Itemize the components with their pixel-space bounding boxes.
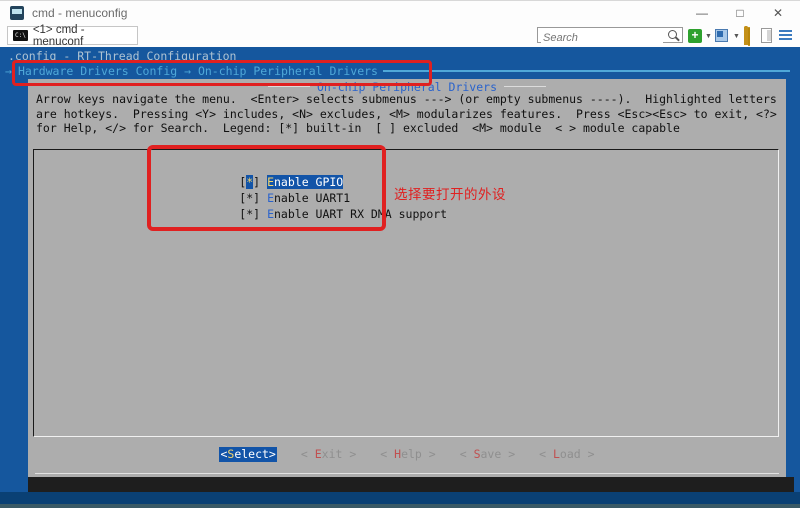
title-bar: cmd - menuconfig — □ ✕ [0,1,800,25]
console-unpainted-row [28,477,794,492]
menu-item-enable-uart1[interactable]: [*]Enable UART1 [170,174,350,190]
load-button[interactable]: < Load > [539,447,594,462]
terminal: .config - RT-Thread Configuration → Hard… [0,47,800,492]
window-title: cmd - menuconfig [32,6,127,20]
tab-cmd-menuconfig[interactable]: C:\ <1> cmd - menuconf [7,26,138,45]
instruction-line: Arrow keys navigate the menu. <Enter> se… [36,92,777,107]
exit-button[interactable]: < Exit > [301,447,356,462]
app-window: cmd - menuconfig — □ ✕ C:\ <1> cmd - men… [0,0,800,508]
checkbox-bracket: ] [253,207,260,221]
breadcrumb-rule [383,70,790,72]
search-input[interactable] [541,31,663,45]
help-button[interactable]: < Help > [380,447,435,462]
breadcrumb-path: Hardware Drivers Config → On-chip Periph… [18,64,378,78]
dialog-bottom-rule [35,473,779,474]
new-console-button[interactable]: + [688,29,702,43]
hamburger-menu-icon[interactable] [779,30,792,42]
window-frame-bottom [0,492,800,504]
instructions: Arrow keys navigate the menu. <Enter> se… [36,92,777,136]
close-button[interactable]: ✕ [760,1,796,25]
maximize-button[interactable]: □ [722,1,758,25]
select-button[interactable]: <Select> [219,447,276,462]
menu-item-label: Enable UART RX DMA support [267,207,447,221]
save-button[interactable]: < Save > [460,447,515,462]
title-rule-left [268,86,310,87]
console-switch-dropdown-icon[interactable]: ▼ [733,33,740,40]
instruction-line: for Help, </> for Search. Legend: [*] bu… [36,121,777,136]
config-header: .config - RT-Thread Configuration [8,49,236,63]
scrollback-icon[interactable] [761,28,772,43]
lock-icon[interactable] [744,28,757,43]
tab-label: <1> cmd - menuconf [33,24,137,48]
minimize-button[interactable]: — [684,1,720,25]
breadcrumb: → Hardware Drivers Config → On-chip Peri… [5,63,790,78]
instruction-line: are hotkeys. Pressing <Y> includes, <N> … [36,107,777,122]
breadcrumb-arrow: → [5,64,12,78]
dialog-buttons: <Select> < Exit > < Help > < Save > < Lo… [28,447,786,462]
console-switch-icon[interactable] [715,29,728,42]
tab-bar: C:\ <1> cmd - menuconf + ▼ ▼ [0,25,800,47]
window-frame-edge [0,504,800,508]
new-console-dropdown-icon[interactable]: ▼ [705,33,712,40]
search-box [537,27,683,43]
cmd-icon: C:\ [13,30,28,41]
console-app-icon [10,6,24,20]
annotation-text: 选择要打开的外设 [394,183,506,203]
menu-item-enable-gpio[interactable]: [*]Enable GPIO [170,158,343,174]
menuconfig-dialog: On-chip Peripheral Drivers Arrow keys na… [28,79,786,477]
title-rule-right [504,86,546,87]
search-icon [668,30,677,39]
